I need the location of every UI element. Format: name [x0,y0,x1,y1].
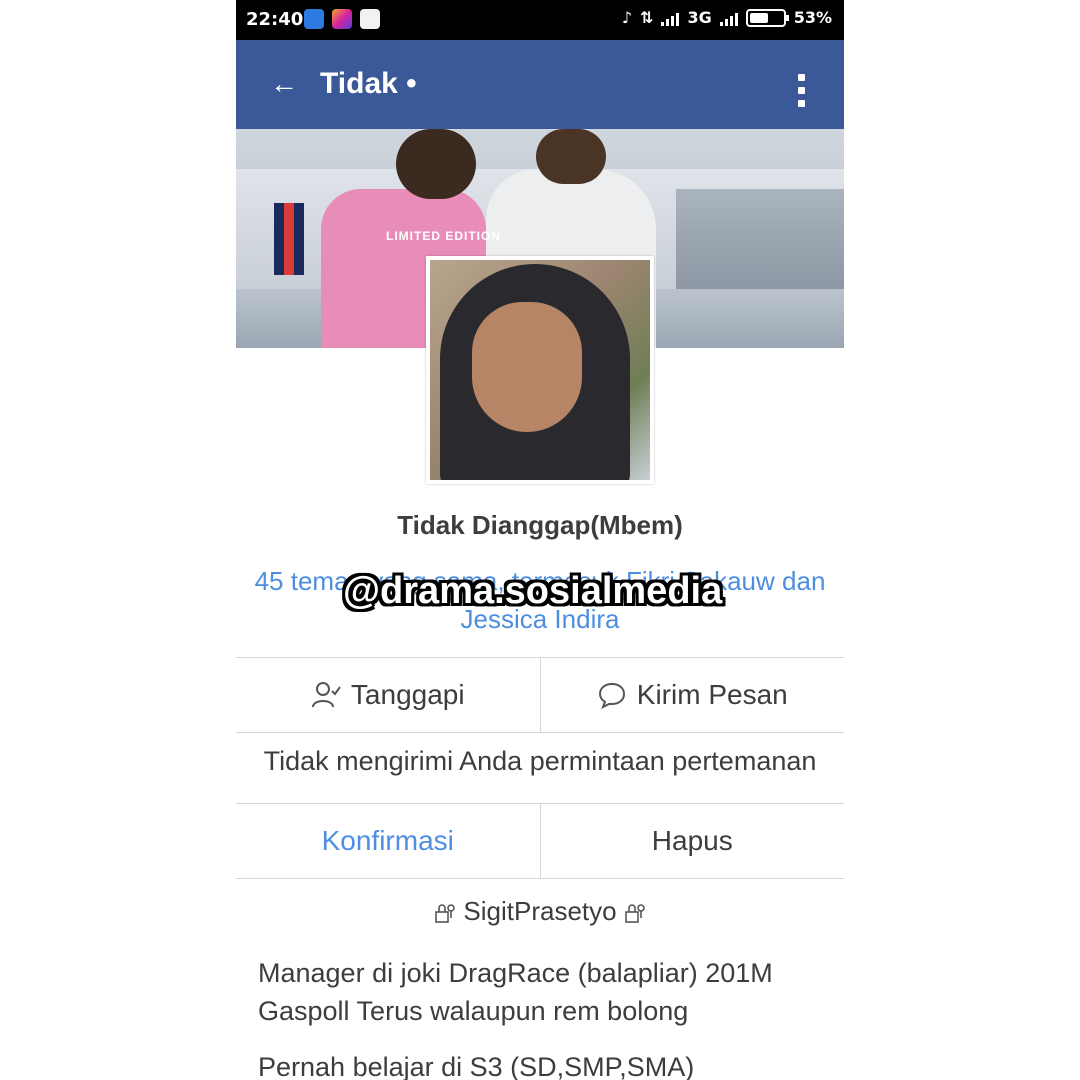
respond-button[interactable]: Tanggapi [236,658,540,732]
shirt-print: LIMITED EDITION [386,229,501,243]
respond-label: Tanggapi [350,679,465,710]
more-options-icon[interactable] [798,74,806,107]
status-time: 22:40 [246,9,304,30]
confirm-button[interactable]: Konfirmasi [236,804,540,878]
friend-request-text: Tidak mengirimi Anda permintaan perteman… [263,746,817,776]
status-indicators: ♪ ⇅ 3G 53% [622,8,832,27]
page-title: Tidak • [320,67,417,100]
mute-icon: ♪ [621,8,633,27]
app-icon [360,9,380,29]
network-type: 3G [687,8,712,27]
phone-screen: 22:40 ♪ ⇅ 3G 53% ← Tidak • LIMITED EDITI… [236,0,844,1080]
profile-picture[interactable] [426,256,654,484]
signal-icon [661,10,680,26]
vibrate-icon: ⇅ [640,8,654,27]
signal-icon-2 [719,10,738,26]
bio-line-1: Manager di joki DragRace (balapliar) 201… [258,958,773,988]
battery-icon [745,8,789,27]
battery-percent: 53% [793,8,832,27]
watermark: @drama.sosialmedia [343,570,723,612]
app-notification-icon [304,9,324,29]
profile-actions: Tanggapi Kirim Pesan [236,657,844,733]
message-bubble-icon [598,682,625,709]
delete-button[interactable]: Hapus [539,804,845,878]
person-check-icon [311,682,341,708]
bio-name: SigitPrasetyo [236,896,844,927]
back-arrow-icon[interactable]: ← [270,66,298,102]
instagram-icon [332,9,352,29]
lock-key-icon-right [625,904,645,923]
friend-request-actions: Konfirmasi Hapus [236,803,844,879]
profile-name: Tidak Dianggap(Mbem) [397,510,683,540]
status-bar: 22:40 ♪ ⇅ 3G 53% [236,0,844,40]
bio-line-3: Pernah belajar di S3 (SD,SMP,SMA) [258,1052,695,1080]
bio-line-2: Gaspoll Terus walaupun rem bolong [258,996,689,1026]
bio-name-text: SigitPrasetyo [463,896,617,926]
app-bar: ← Tidak • [236,40,844,129]
send-message-label: Kirim Pesan [636,679,788,710]
send-message-button[interactable]: Kirim Pesan [539,658,845,732]
lock-key-icon [435,904,455,923]
